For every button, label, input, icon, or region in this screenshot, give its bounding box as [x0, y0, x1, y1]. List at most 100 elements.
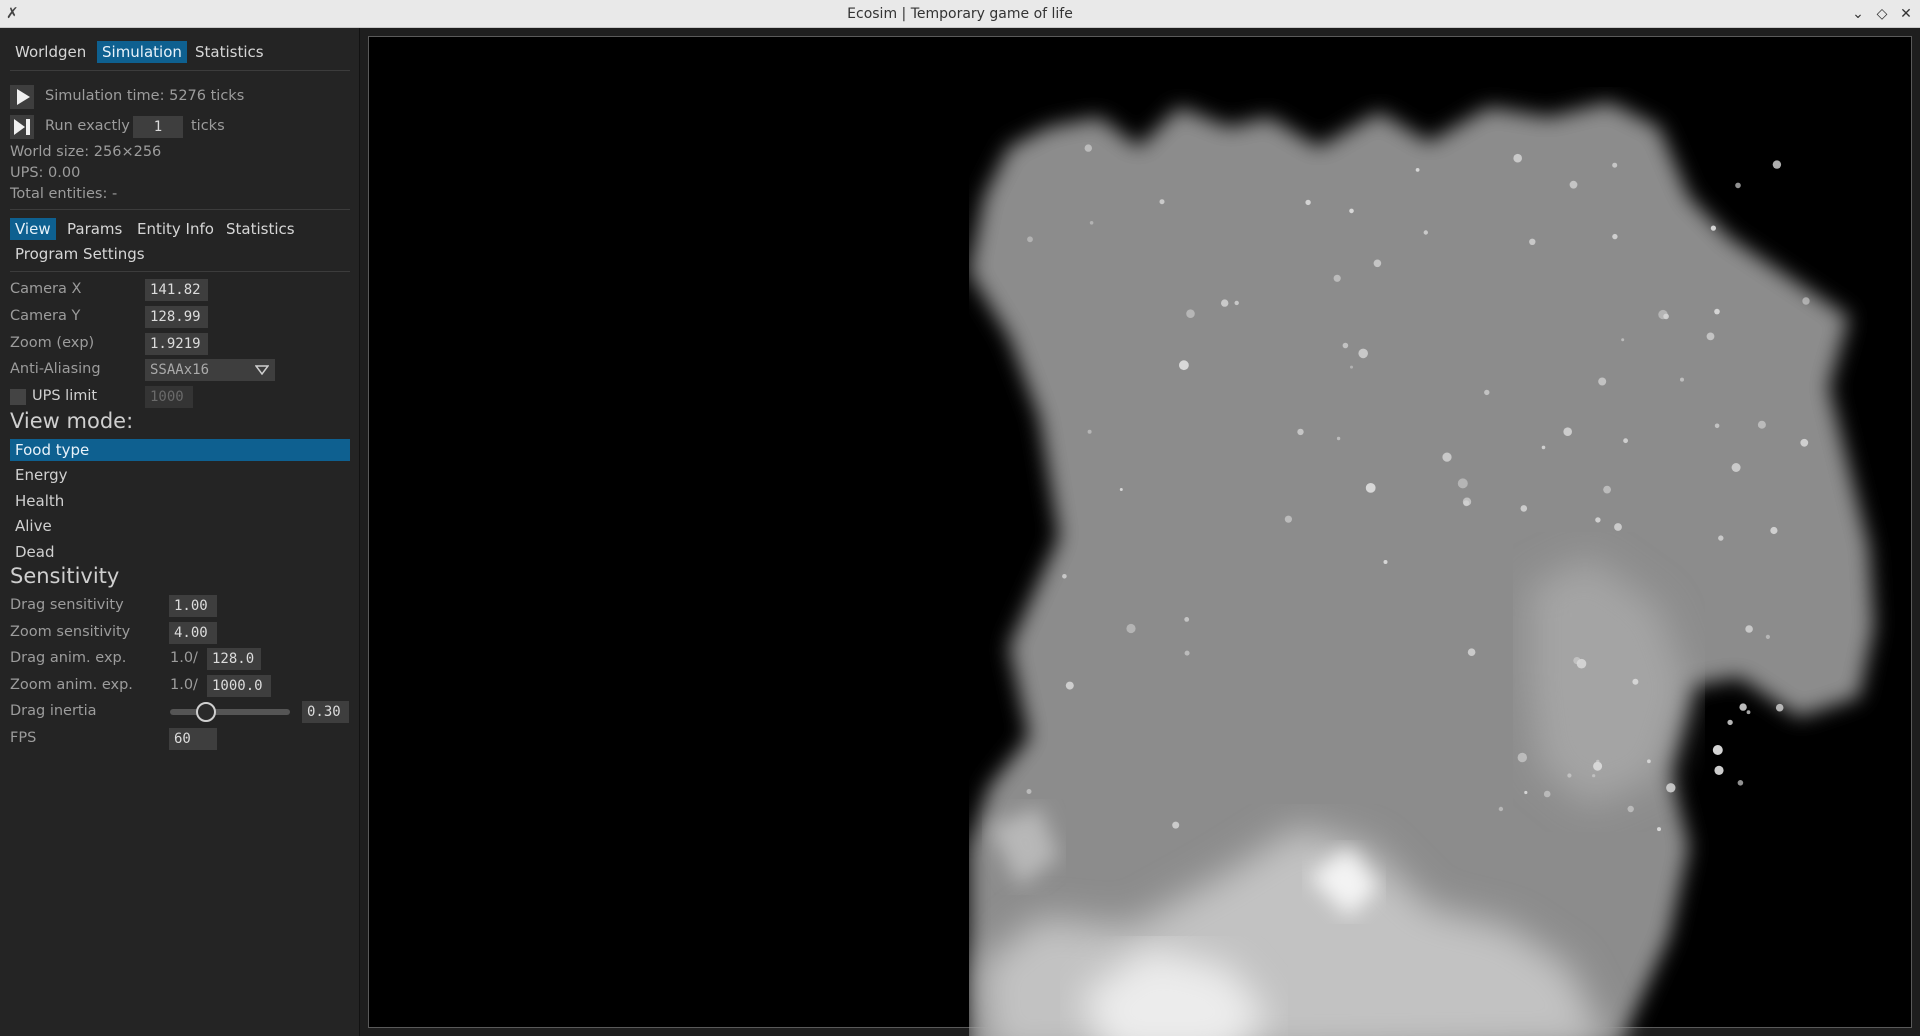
world-speckle — [1567, 773, 1572, 778]
world-speckle — [1026, 789, 1032, 794]
tab-worldgen[interactable]: Worldgen — [10, 41, 91, 63]
world-speckle — [1727, 719, 1733, 726]
view-mode-header: View mode: — [10, 409, 134, 433]
fps-input[interactable]: 60 — [169, 728, 217, 750]
world-speckle — [1802, 297, 1810, 305]
world-speckle — [1666, 783, 1676, 793]
world-speckle — [1772, 160, 1782, 169]
world-speckle — [1731, 463, 1741, 472]
camera-y-input[interactable]: 128.99 — [145, 306, 208, 328]
world-speckle — [1612, 162, 1618, 168]
world-speckle — [1119, 488, 1123, 491]
tab-statistics[interactable]: Statistics — [190, 41, 269, 63]
world-speckle — [1765, 634, 1770, 640]
drag-inertia-slider-knob[interactable] — [196, 702, 216, 722]
world-speckle — [1714, 765, 1724, 776]
world-speckle — [1627, 805, 1634, 813]
world-speckle — [1172, 821, 1180, 829]
view-mode-energy[interactable]: Energy — [10, 464, 350, 486]
ups-limit-label: UPS limit — [32, 388, 98, 404]
drag-anim-label: Drag anim. exp. — [10, 650, 127, 666]
world-speckle — [1563, 427, 1572, 437]
tab-entity-info[interactable]: Entity Info — [132, 218, 219, 240]
close-button[interactable]: ✕ — [1896, 4, 1916, 24]
zoom-anim-prefix: 1.0/ — [170, 677, 198, 693]
world-speckle — [1305, 199, 1311, 206]
world-speckle — [1184, 617, 1190, 622]
tab-sub-statistics[interactable]: Statistics — [221, 218, 300, 240]
title-bar: ✗ Ecosim | Temporary game of life ⌄ ◇ ✕ — [0, 0, 1920, 28]
world-speckle — [1062, 574, 1067, 579]
anti-aliasing-select[interactable]: SSAAx16 — [145, 359, 275, 381]
view-mode-food-type[interactable]: Food type — [10, 439, 350, 461]
simulation-viewport[interactable] — [368, 36, 1912, 1036]
world-speckle — [1365, 483, 1376, 493]
world-speckle — [1462, 497, 1472, 506]
world-speckle — [1737, 780, 1744, 786]
drag-inertia-slider[interactable] — [170, 709, 290, 715]
tab-simulation[interactable]: Simulation — [97, 41, 187, 63]
zoom-anim-input[interactable]: 1000.0 — [207, 675, 271, 697]
world-speckle — [1383, 560, 1388, 564]
world-speckle — [1593, 761, 1603, 771]
world-speckle — [1718, 535, 1724, 541]
world-speckle — [1089, 221, 1094, 225]
world-speckle — [1710, 225, 1716, 231]
total-entities: Total entities: - — [10, 186, 118, 202]
world-speckle — [1569, 180, 1578, 189]
view-mode-alive[interactable]: Alive — [10, 515, 350, 537]
view-mode-health[interactable]: Health — [10, 490, 350, 512]
tab-program-settings[interactable]: Program Settings — [10, 243, 150, 265]
world-speckle — [1739, 703, 1747, 711]
world-speckle — [1543, 790, 1551, 798]
view-mode-dead[interactable]: Dead — [10, 541, 350, 563]
world-speckle — [1800, 438, 1809, 447]
step-button[interactable] — [10, 115, 34, 139]
world-speckle — [1746, 710, 1751, 715]
divider — [10, 209, 350, 210]
zoom-sensitivity-input[interactable]: 4.00 — [169, 622, 217, 644]
world-speckle — [1520, 505, 1528, 512]
drag-anim-prefix: 1.0/ — [170, 650, 198, 666]
tab-params[interactable]: Params — [62, 218, 127, 240]
world-speckle — [1084, 144, 1092, 152]
world-speckle — [1621, 338, 1625, 342]
divider — [10, 271, 350, 272]
world-speckle — [1186, 309, 1195, 318]
world-speckle — [1735, 182, 1741, 189]
drag-inertia-value[interactable]: 0.30 — [302, 701, 349, 723]
world-speckle — [1221, 299, 1229, 307]
play-button[interactable] — [10, 85, 34, 109]
zoom-label: Zoom (exp) — [10, 335, 95, 351]
maximize-button[interactable]: ◇ — [1872, 4, 1892, 24]
anti-aliasing-label: Anti-Aliasing — [10, 361, 101, 377]
anti-aliasing-value: SSAAx16 — [150, 362, 210, 378]
world-speckle — [1657, 827, 1661, 832]
world-speckle — [1658, 309, 1668, 320]
run-exactly-input[interactable]: 1 — [133, 116, 183, 138]
zoom-anim-label: Zoom anim. exp. — [10, 677, 133, 693]
ups-limit-input[interactable]: 1000 — [145, 386, 193, 408]
world-speckle — [1541, 445, 1546, 450]
world-speckle — [1442, 452, 1452, 462]
camera-x-label: Camera X — [10, 281, 82, 297]
sensitivity-header: Sensitivity — [10, 564, 120, 588]
world-speckle — [1027, 236, 1033, 243]
world-speckle — [1632, 678, 1639, 685]
world-speckle — [1423, 230, 1428, 235]
drag-anim-input[interactable]: 128.0 — [207, 648, 261, 670]
world-speckle — [1595, 517, 1601, 523]
drag-sensitivity-input[interactable]: 1.00 — [169, 595, 217, 617]
world-speckle — [1524, 790, 1528, 795]
minimize-button[interactable]: ⌄ — [1848, 4, 1868, 24]
ups-limit-checkbox[interactable] — [10, 389, 26, 405]
world-speckle — [1745, 625, 1753, 633]
zoom-input[interactable]: 1.9219 — [145, 333, 208, 355]
world-speckle — [1712, 745, 1723, 755]
drag-inertia-label: Drag inertia — [10, 703, 97, 719]
world-speckle — [1234, 300, 1239, 306]
world-speckle — [1612, 233, 1618, 240]
world-speckle — [1770, 526, 1778, 535]
tab-view[interactable]: View — [10, 218, 56, 240]
camera-x-input[interactable]: 141.82 — [145, 279, 208, 301]
